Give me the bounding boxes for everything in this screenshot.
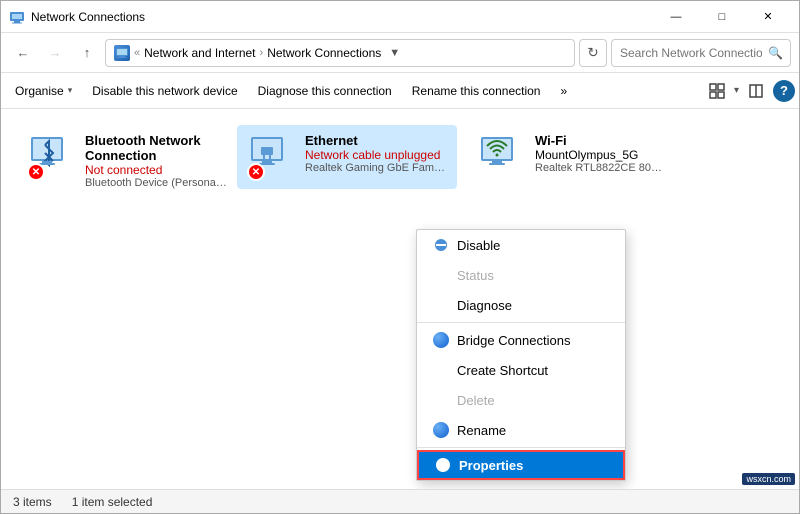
wifi-icon-wrap bbox=[477, 133, 525, 181]
wifi-adapter: Realtek RTL8822CE 802.11ac PCIe ... bbox=[535, 162, 667, 174]
watermark-badge: wsxcn.com bbox=[742, 473, 795, 485]
ethernet-icon-wrap: ✕ bbox=[247, 133, 295, 181]
context-menu: Disable Status Diagnose Bridge Connectio… bbox=[416, 229, 626, 481]
bluetooth-status: Not connected bbox=[85, 163, 227, 177]
content-area: ✕ Bluetooth Network Connection Not conne… bbox=[1, 109, 799, 489]
toolbar: Organise ▾ Disable this network device D… bbox=[1, 73, 799, 109]
breadcrumb-part-2[interactable]: Network Connections bbox=[267, 46, 381, 60]
breadcrumb-chevron-2: › bbox=[260, 47, 264, 59]
ctx-shortcut-label: Create Shortcut bbox=[457, 363, 609, 378]
ethernet-error-icon: ✕ bbox=[247, 163, 265, 181]
breadcrumb-chevron-1: « bbox=[134, 47, 140, 59]
title-controls: — □ ✕ bbox=[653, 1, 791, 33]
breadcrumb-dropdown[interactable]: ▼ bbox=[385, 47, 404, 59]
search-input[interactable] bbox=[611, 39, 791, 67]
ctx-shortcut-icon bbox=[433, 362, 449, 378]
network-items-panel: ✕ Bluetooth Network Connection Not conne… bbox=[1, 109, 799, 489]
disable-svg-icon bbox=[434, 238, 448, 252]
refresh-button[interactable]: ↻ bbox=[579, 39, 607, 67]
close-button[interactable]: ✕ bbox=[745, 1, 791, 33]
ctx-status-label: Status bbox=[457, 268, 609, 283]
ethernet-name: Ethernet bbox=[305, 133, 447, 148]
diagnose-button[interactable]: Diagnose this connection bbox=[248, 76, 402, 106]
ctx-delete-icon bbox=[433, 392, 449, 408]
organise-button[interactable]: Organise ▾ bbox=[5, 76, 82, 106]
item-count: 3 items bbox=[13, 495, 52, 509]
ethernet-info: Ethernet Network cable unplugged Realtek… bbox=[305, 133, 447, 174]
wifi-name: Wi-Fi bbox=[535, 133, 667, 148]
ethernet-status: Network cable unplugged bbox=[305, 148, 447, 162]
properties-gear-icon bbox=[436, 458, 450, 472]
bluetooth-error-icon: ✕ bbox=[27, 163, 45, 181]
ctx-rename-icon bbox=[433, 422, 449, 438]
back-button[interactable]: ← bbox=[9, 39, 37, 67]
network-item-ethernet[interactable]: ✕ Ethernet Network cable unplugged Realt… bbox=[237, 125, 457, 189]
disable-button[interactable]: Disable this network device bbox=[82, 76, 247, 106]
window: Network Connections — □ ✕ ← → ↑ « Networ… bbox=[0, 0, 800, 514]
preview-button[interactable] bbox=[741, 76, 771, 106]
organise-label: Organise bbox=[15, 84, 64, 98]
window-title: Network Connections bbox=[31, 10, 653, 24]
ctx-delete-label: Delete bbox=[457, 393, 609, 408]
window-icon bbox=[9, 9, 25, 25]
wifi-status: MountOlympus_5G bbox=[535, 148, 667, 162]
ctx-delete[interactable]: Delete bbox=[417, 385, 625, 415]
up-button[interactable]: ↑ bbox=[73, 39, 101, 67]
ctx-bridge[interactable]: Bridge Connections bbox=[417, 325, 625, 355]
bridge-icon bbox=[433, 332, 449, 348]
rename-button[interactable]: Rename this connection bbox=[402, 76, 551, 106]
forward-button[interactable]: → bbox=[41, 39, 69, 67]
view-toggle-button[interactable] bbox=[702, 76, 732, 106]
selected-count: 1 item selected bbox=[72, 495, 153, 509]
ctx-diagnose[interactable]: Diagnose bbox=[417, 290, 625, 320]
ctx-shortcut[interactable]: Create Shortcut bbox=[417, 355, 625, 385]
view-toggle-icon bbox=[709, 83, 725, 99]
ctx-diagnose-label: Diagnose bbox=[457, 298, 609, 313]
title-bar: Network Connections — □ ✕ bbox=[1, 1, 799, 33]
maximize-button[interactable]: □ bbox=[699, 1, 745, 33]
ctx-disable[interactable]: Disable bbox=[417, 230, 625, 260]
ctx-status[interactable]: Status bbox=[417, 260, 625, 290]
disable-label: Disable this network device bbox=[92, 84, 237, 98]
ctx-separator-2 bbox=[417, 447, 625, 448]
ctx-properties[interactable]: Properties bbox=[417, 450, 625, 480]
more-button[interactable]: » bbox=[550, 76, 577, 106]
bluetooth-adapter: Bluetooth Device (Personal Area ... bbox=[85, 177, 227, 189]
more-label: » bbox=[560, 84, 567, 98]
ethernet-adapter: Realtek Gaming GbE Family Contr... bbox=[305, 162, 447, 174]
wifi-info: Wi-Fi MountOlympus_5G Realtek RTL8822CE … bbox=[535, 133, 667, 174]
search-icon: 🔍 bbox=[768, 46, 783, 60]
breadcrumb-bar: « Network and Internet › Network Connect… bbox=[105, 39, 575, 67]
toolbar-right: ▾ ? bbox=[702, 76, 795, 106]
bluetooth-name: Bluetooth Network Connection bbox=[85, 133, 227, 163]
ctx-separator-1 bbox=[417, 322, 625, 323]
diagnose-label: Diagnose this connection bbox=[258, 84, 392, 98]
minimize-button[interactable]: — bbox=[653, 1, 699, 33]
bridge-blue-icon bbox=[433, 332, 449, 348]
help-button[interactable]: ? bbox=[773, 80, 795, 102]
rename-blue-icon bbox=[433, 422, 449, 438]
ctx-rename-label: Rename bbox=[457, 423, 609, 438]
network-item-bluetooth[interactable]: ✕ Bluetooth Network Connection Not conne… bbox=[17, 125, 237, 197]
breadcrumb-icon bbox=[114, 45, 130, 61]
bluetooth-icon-wrap: ✕ bbox=[27, 133, 75, 181]
breadcrumb-part-1[interactable]: Network and Internet bbox=[144, 46, 255, 60]
preview-icon bbox=[748, 83, 764, 99]
view-chevron: ▾ bbox=[734, 85, 739, 96]
status-bar: 3 items 1 item selected bbox=[1, 489, 799, 513]
ctx-rename[interactable]: Rename bbox=[417, 415, 625, 445]
ctx-diagnose-icon bbox=[433, 297, 449, 313]
ctx-status-icon bbox=[433, 267, 449, 283]
network-item-wifi[interactable]: Wi-Fi MountOlympus_5G Realtek RTL8822CE … bbox=[457, 125, 677, 189]
organise-chevron: ▾ bbox=[68, 85, 73, 96]
wifi-monitor-icon bbox=[477, 133, 517, 173]
ctx-disable-label: Disable bbox=[457, 238, 609, 253]
properties-icon bbox=[435, 457, 451, 473]
ctx-bridge-label: Bridge Connections bbox=[457, 333, 609, 348]
bluetooth-info: Bluetooth Network Connection Not connect… bbox=[85, 133, 227, 189]
rename-label: Rename this connection bbox=[412, 84, 541, 98]
disable-icon bbox=[433, 237, 449, 253]
ctx-properties-label: Properties bbox=[459, 458, 607, 473]
address-bar: ← → ↑ « Network and Internet › Network C… bbox=[1, 33, 799, 73]
